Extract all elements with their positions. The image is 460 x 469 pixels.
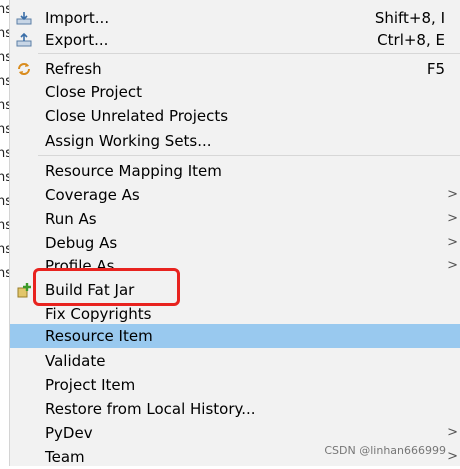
menu-item-export[interactable]: Export... Ctrl+8, E bbox=[10, 28, 460, 52]
menu-item-shortcut: F5 bbox=[426, 60, 445, 78]
export-icon bbox=[16, 32, 32, 47]
submenu-arrow-icon: > bbox=[447, 449, 458, 464]
fragment-text: ns bbox=[0, 122, 9, 137]
menu-item-shortcut: Shift+8, I bbox=[374, 9, 445, 27]
menu-item-restore-from-local-history[interactable]: Restore from Local History... bbox=[10, 397, 460, 421]
menu-item-import[interactable]: Import... Shift+8, I bbox=[10, 6, 460, 30]
menu-item-project-item[interactable]: Project Item bbox=[10, 373, 460, 397]
menu-item-label: Resource Item bbox=[45, 327, 153, 345]
menu-item-label: Export... bbox=[45, 31, 109, 49]
menu-separator bbox=[38, 155, 460, 156]
submenu-arrow-icon: > bbox=[447, 235, 458, 250]
menu-separator bbox=[38, 53, 460, 54]
menu-item-label: Debug As bbox=[45, 234, 118, 252]
submenu-arrow-icon: > bbox=[447, 211, 458, 226]
menu-item-label: Run As bbox=[45, 210, 97, 228]
menu-item-pydev[interactable]: PyDev > bbox=[10, 421, 460, 445]
menu-item-run-as[interactable]: Run As > bbox=[10, 207, 460, 231]
refresh-icon bbox=[18, 63, 30, 75]
fragment-text: ns bbox=[0, 242, 9, 257]
menu-item-resource-item[interactable]: Resource Item bbox=[10, 324, 460, 348]
menu-item-label: Close Unrelated Projects bbox=[45, 107, 229, 125]
menu-item-label: Restore from Local History... bbox=[45, 400, 256, 418]
fragment-text: ns bbox=[0, 74, 9, 89]
menu-item-shortcut: Ctrl+8, E bbox=[377, 31, 445, 49]
fragment-text: ns bbox=[0, 266, 9, 281]
menu-item-label: Validate bbox=[45, 352, 106, 370]
menu-item-coverage-as[interactable]: Coverage As > bbox=[10, 183, 460, 207]
add-plugin-icon bbox=[17, 283, 31, 298]
menu-item-label: Assign Working Sets... bbox=[45, 132, 212, 150]
import-icon bbox=[16, 12, 32, 25]
menu-item-label: Coverage As bbox=[45, 186, 140, 204]
menu-item-label: Close Project bbox=[45, 83, 142, 101]
menu-item-label: PyDev bbox=[45, 424, 93, 442]
context-menu: Import... Shift+8, I Export... Ctrl+8, E… bbox=[9, 0, 460, 466]
menu-item-resource-mapping-item[interactable]: Resource Mapping Item bbox=[10, 159, 460, 183]
fragment-text: ns bbox=[0, 50, 9, 65]
menu-item-close-unrelated-projects[interactable]: Close Unrelated Projects bbox=[10, 104, 460, 128]
menu-item-label: Fix Copyrights bbox=[45, 305, 152, 323]
fragment-text: ns bbox=[0, 218, 9, 233]
submenu-arrow-icon: > bbox=[447, 258, 458, 273]
fragment-text: ns bbox=[0, 146, 9, 161]
menu-item-label: Team bbox=[45, 448, 85, 466]
background-editor-fragment: ns ns ns ns ns ns ns ns ns ns ns ns bbox=[0, 0, 9, 466]
menu-item-label: Project Item bbox=[45, 376, 136, 394]
submenu-arrow-icon: > bbox=[447, 187, 458, 202]
fragment-text: ns bbox=[0, 98, 9, 113]
watermark: CSDN @linhan666999 bbox=[324, 444, 446, 457]
menu-item-label: Resource Mapping Item bbox=[45, 162, 222, 180]
menu-item-label: Refresh bbox=[45, 60, 102, 78]
submenu-arrow-icon: > bbox=[447, 425, 458, 440]
annotation-highlight-box bbox=[33, 268, 180, 306]
menu-item-close-project[interactable]: Close Project bbox=[10, 80, 460, 104]
fragment-text: ns bbox=[0, 26, 9, 41]
menu-item-label: Import... bbox=[45, 9, 110, 27]
fragment-text: ns bbox=[0, 2, 9, 17]
menu-item-debug-as[interactable]: Debug As > bbox=[10, 231, 460, 255]
fragment-text: ns bbox=[0, 170, 9, 185]
menu-item-validate[interactable]: Validate bbox=[10, 349, 460, 373]
fragment-text: ns bbox=[0, 194, 9, 209]
menu-item-refresh[interactable]: Refresh F5 bbox=[10, 57, 460, 81]
menu-item-assign-working-sets[interactable]: Assign Working Sets... bbox=[10, 129, 460, 153]
